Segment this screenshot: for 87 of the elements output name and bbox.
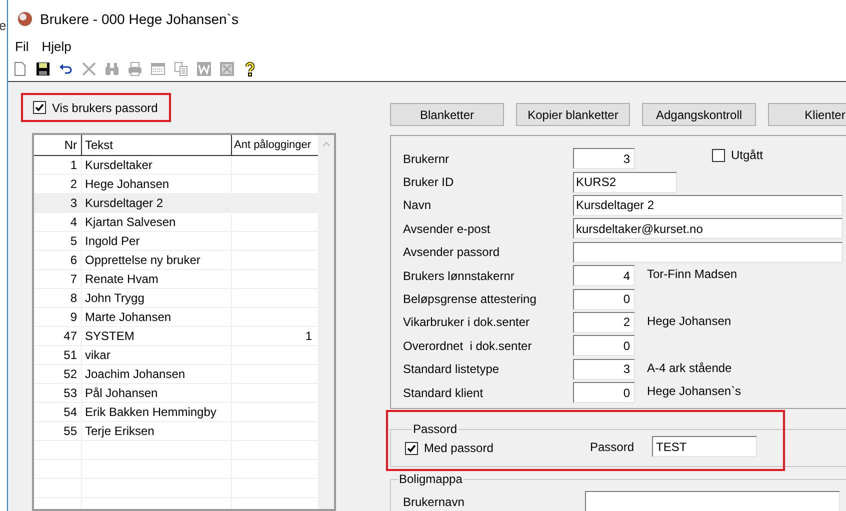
field-label: Brukers lønnstakernr (402, 268, 516, 285)
list-row[interactable]: 1 Kursdeltaker (34, 156, 318, 175)
table-cell-text: 1 (305, 328, 312, 345)
table-cell-text: 54 (64, 404, 77, 421)
menu-item[interactable]: Fil (15, 37, 29, 57)
field-label: Bruker ID (402, 174, 455, 192)
table-cell-text: John Trygg (85, 290, 144, 307)
field-label: Avsender e-post (402, 220, 492, 238)
table-cell-text: Opprettelse ny bruker (85, 252, 200, 269)
field-label: Standard klient (402, 384, 484, 402)
table-cell-text: 53 (64, 385, 77, 402)
button[interactable]: Kopier blanketter (516, 103, 630, 126)
list-row[interactable]: 53 Pål Johansen (34, 384, 318, 403)
list-row[interactable]: 7 Renate Hvam (34, 270, 318, 289)
table-cell-text: Kjartan Salvesen (85, 214, 176, 231)
group-title: Boligmappa (399, 472, 462, 486)
input-field[interactable]: Kursdeltager 2 (573, 194, 843, 216)
field-label: Beløpsgrense attestering (402, 291, 538, 308)
list-row[interactable]: 9 Marte Johansen (34, 308, 318, 327)
table-cell-text: 6 (70, 252, 77, 269)
table-cell-text: 9 (70, 309, 77, 326)
table-cell-text: Hege Johansen (85, 176, 170, 193)
field-note: Hege Johansen`s (647, 383, 742, 400)
table-cell-text: vikar (85, 347, 110, 364)
list-row[interactable]: 54 Erik Bakken Hemmingby (34, 403, 318, 422)
field-label: Vikarbruker i dok.senter (402, 314, 531, 332)
input-field[interactable]: 3 (573, 358, 635, 380)
list-row[interactable]: 2 Hege Johansen (34, 175, 318, 194)
input-field[interactable]: 0 (573, 382, 635, 404)
field-note: A-4 ark stående (647, 360, 732, 377)
table-cell-text: 51 (64, 347, 77, 364)
field-label: Navn (402, 197, 432, 214)
table-cell-text: Marte Johansen (85, 309, 172, 326)
list-row[interactable]: 8 John Trygg (34, 289, 318, 308)
table-cell-text: 47 (64, 328, 77, 345)
input-field[interactable]: kursdeltaker@kurset.no (573, 218, 843, 240)
table-cell-text: Terje Eriksen (85, 423, 154, 440)
list-row[interactable]: 6 Opprettelse ny bruker (34, 251, 318, 270)
table-cell-text: 7 (70, 271, 77, 288)
table-cell-text: Renate Hvam (85, 271, 158, 288)
button[interactable]: Adgangskontroll (642, 103, 756, 126)
menu-item[interactable]: Hjelp (42, 37, 72, 57)
list-row[interactable]: 3 Kursdeltager 2 (34, 194, 318, 213)
field-note: Tor-Finn Madsen (647, 266, 738, 284)
list-row[interactable]: 47 SYSTEM 1 (34, 327, 318, 346)
button[interactable]: Klienter (768, 103, 846, 126)
input-field[interactable]: TEST (652, 436, 757, 457)
table-cell-text: 2 (70, 176, 77, 193)
input-field[interactable]: 0 (573, 335, 635, 356)
input-field[interactable]: 4 (573, 265, 635, 286)
list-row[interactable]: 4 Kjartan Salvesen (34, 213, 318, 232)
table-cell-text: Pål Johansen (85, 385, 158, 402)
list-row[interactable]: 52 Joachim Johansen (34, 365, 318, 384)
field-label: Brukernavn (402, 494, 466, 510)
checkbox-label: Utgått (731, 147, 764, 164)
field-label: Overordnet i dok.senter (402, 338, 533, 355)
group-title: Passord (413, 422, 458, 436)
table-cell-text: Kursdeltaker (85, 157, 152, 174)
table-cell-text: 5 (70, 233, 77, 250)
table-cell-text: 8 (70, 290, 77, 307)
window-title: Brukere - 000 Hege Johansen`s (40, 10, 238, 29)
input-field[interactable]: KURS2 (573, 172, 677, 193)
checkbox-label: Med passord (424, 440, 494, 457)
table-cell-text: Erik Bakken Hemmingby (85, 404, 216, 421)
list-row[interactable]: 5 Ingold Per (34, 232, 318, 251)
table-cell-text: 4 (70, 214, 77, 231)
list-row[interactable]: 55 Terje Eriksen (34, 422, 318, 441)
input-field[interactable]: 3 (573, 148, 635, 170)
button[interactable]: Blanketter (390, 103, 504, 126)
field-label: Avsender passord (402, 244, 501, 262)
input-field[interactable]: 0 (573, 288, 635, 310)
table-cell-text: Joachim Johansen (85, 366, 186, 383)
checkbox-label: Vis brukers passord (52, 100, 158, 116)
field-note: Hege Johansen (647, 312, 732, 330)
table-cell-text: 3 (70, 195, 77, 212)
field-label: Passord (590, 438, 636, 456)
field-label: Brukernr (402, 150, 450, 168)
table-cell-text: Ingold Per (85, 233, 140, 250)
table-cell-text: 55 (64, 423, 77, 440)
table-cell-text: Kursdeltager 2 (85, 195, 164, 212)
column-header[interactable]: Tekst (82, 135, 232, 155)
table-cell-text: SYSTEM (85, 328, 134, 345)
table-cell-text: 1 (70, 157, 77, 174)
list-row[interactable]: 51 vikar (34, 346, 318, 365)
field-label: Standard listetype (402, 361, 500, 378)
input-field[interactable]: 2 (573, 312, 635, 333)
table-cell-text: 52 (64, 366, 77, 383)
